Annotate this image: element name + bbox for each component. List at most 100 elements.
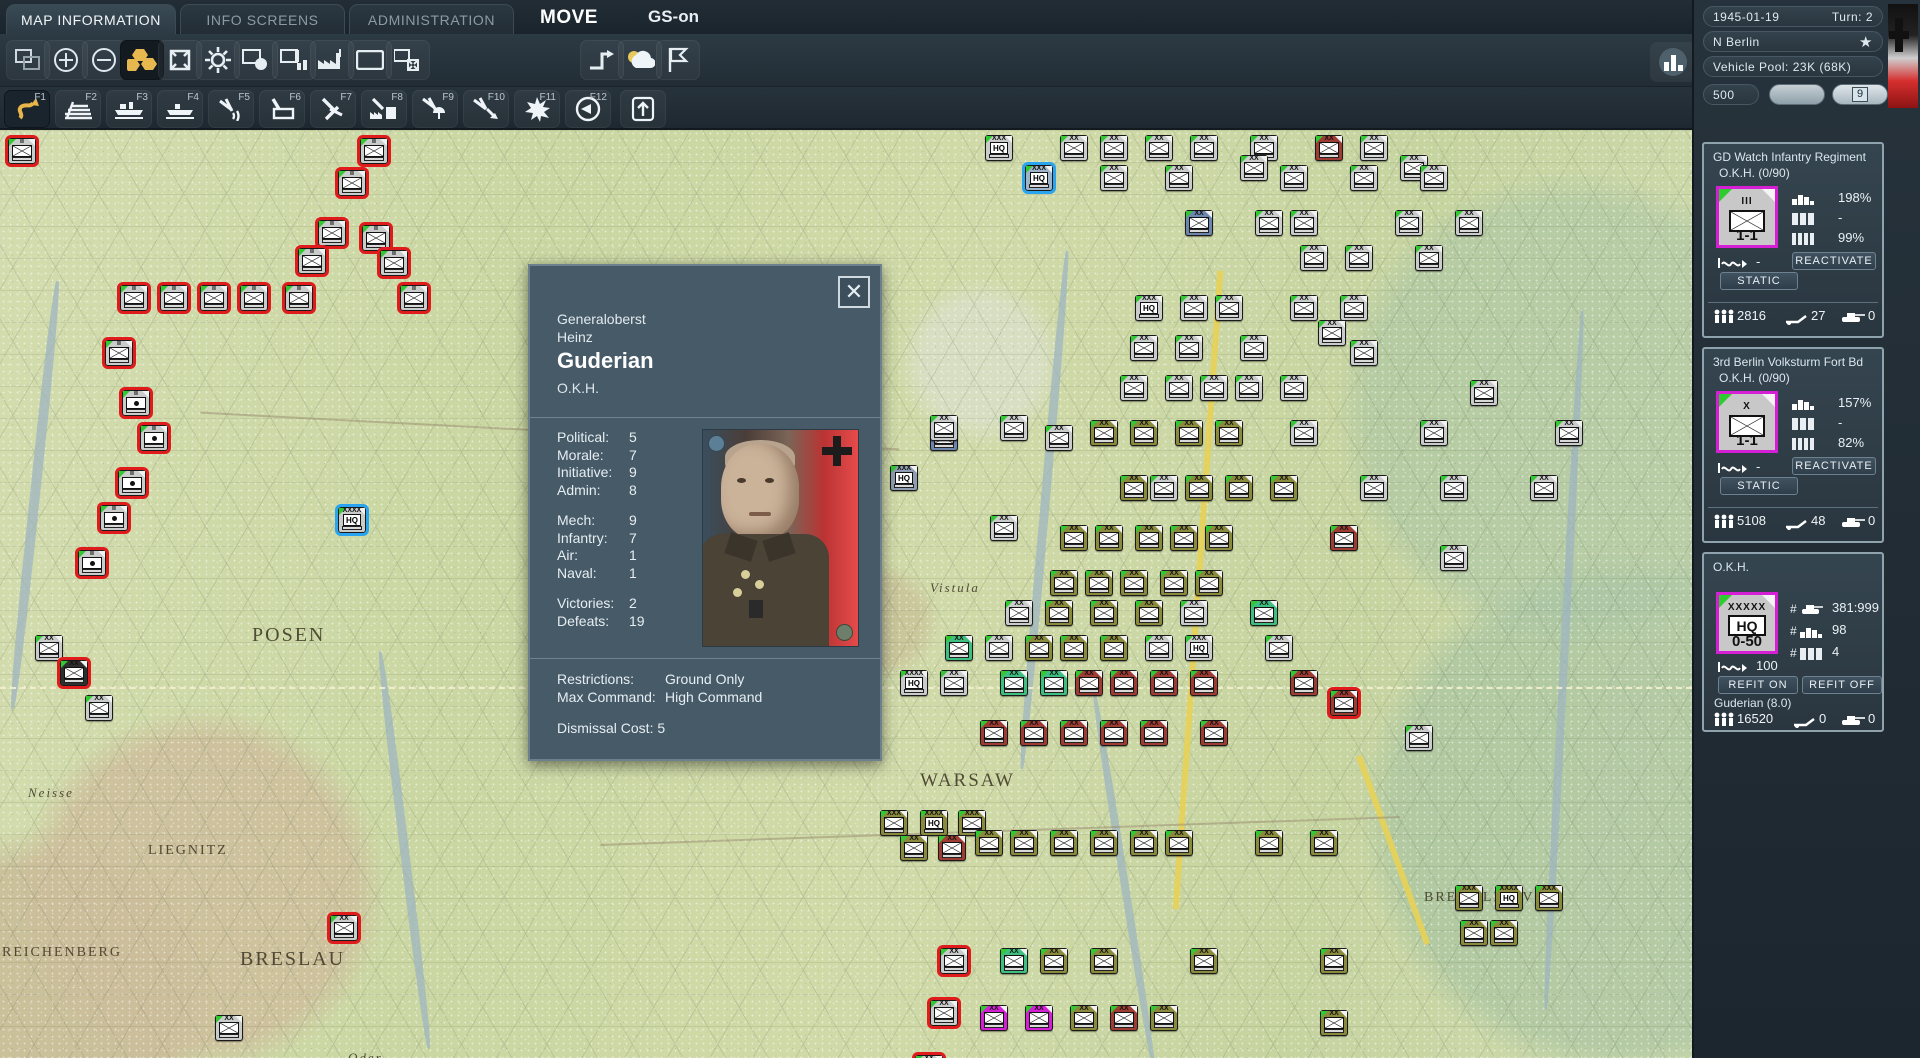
unit-counter[interactable]: XXXHQ bbox=[985, 135, 1013, 161]
paradrop-icon[interactable]: F9 bbox=[412, 90, 458, 128]
unit-counter[interactable]: II bbox=[240, 285, 268, 311]
unit-counter[interactable]: XX bbox=[1235, 375, 1263, 401]
unit-counter[interactable]: XX bbox=[1530, 475, 1558, 501]
unit-counter[interactable]: II bbox=[298, 248, 326, 274]
unit-counter[interactable]: XX bbox=[900, 835, 928, 861]
weather-indicator[interactable] bbox=[1769, 84, 1825, 105]
unit-counter[interactable]: II bbox=[362, 225, 390, 251]
unit-counter[interactable]: XX bbox=[1140, 720, 1168, 746]
strategic-bombing-icon[interactable]: F8 bbox=[361, 90, 407, 128]
unit-counter[interactable]: III 1-1 bbox=[1716, 186, 1778, 248]
unit-counter[interactable]: X 1-1 bbox=[1716, 391, 1778, 453]
commander-detail-dialog[interactable]: Generaloberst Heinz Guderian O.K.H. ✕ Po… bbox=[528, 264, 882, 761]
unit-counter[interactable]: XX bbox=[1165, 165, 1193, 191]
unit-counter[interactable]: XX bbox=[990, 515, 1018, 541]
unit-counter[interactable]: XX bbox=[35, 635, 63, 661]
refit-off-button[interactable]: REFIT OFF bbox=[1802, 676, 1882, 694]
unit-counter[interactable]: XX bbox=[1100, 135, 1128, 161]
unit-counter[interactable]: XX bbox=[930, 415, 958, 441]
unit-counter[interactable]: XX bbox=[1200, 375, 1228, 401]
unit-counter[interactable]: XX bbox=[1100, 720, 1128, 746]
unit-counter[interactable]: XX bbox=[1100, 165, 1128, 191]
unit-card[interactable]: GD Watch Infantry Regiment O.K.H. (0/90)… bbox=[1702, 142, 1884, 338]
unit-counter[interactable]: II bbox=[400, 285, 428, 311]
unit-counter[interactable]: XX bbox=[1350, 165, 1378, 191]
unit-counter[interactable]: XX bbox=[1000, 670, 1028, 696]
unit-counter[interactable]: XX bbox=[1490, 920, 1518, 946]
unit-counter[interactable]: II bbox=[120, 285, 148, 311]
unit-counter[interactable]: XX bbox=[1120, 570, 1148, 596]
unit-counter[interactable]: XX bbox=[1420, 165, 1448, 191]
unit-counter[interactable]: XX bbox=[1315, 135, 1343, 161]
air-recon-icon[interactable]: F5 bbox=[208, 90, 254, 128]
unit-counter[interactable]: XX bbox=[1175, 335, 1203, 361]
unit-counter[interactable]: XX bbox=[1420, 420, 1448, 446]
unit-counter[interactable]: XXXHQ bbox=[1135, 295, 1163, 321]
tab-info-screens[interactable]: INFO SCREENS bbox=[180, 4, 345, 34]
mode-indicator-move[interactable]: MOVE bbox=[540, 5, 650, 31]
unit-counter[interactable]: II bbox=[105, 340, 133, 366]
unit-counter[interactable]: XX bbox=[945, 635, 973, 661]
unit-counter[interactable]: XX bbox=[1195, 570, 1223, 596]
unit-counter[interactable]: XX bbox=[1165, 830, 1193, 856]
unit-counter[interactable]: XX bbox=[1000, 948, 1028, 974]
unit-counter[interactable]: XX bbox=[1110, 670, 1138, 696]
unit-counter[interactable]: XX bbox=[1005, 600, 1033, 626]
unit-counter[interactable]: XX bbox=[1060, 720, 1088, 746]
unit-counter[interactable]: XX bbox=[1040, 670, 1068, 696]
unit-counter[interactable]: XX bbox=[940, 948, 968, 974]
unit-counter[interactable]: II bbox=[8, 138, 36, 164]
unit-counter[interactable]: XXXHQ bbox=[890, 465, 918, 491]
unit-counter[interactable]: XX bbox=[1190, 135, 1218, 161]
unit-counter[interactable]: II bbox=[100, 505, 128, 531]
flag-marker-icon[interactable] bbox=[656, 40, 700, 80]
unit-counter[interactable]: XX bbox=[1280, 165, 1308, 191]
unit-counter[interactable]: XX bbox=[1060, 635, 1088, 661]
unit-counter[interactable]: XX bbox=[1340, 295, 1368, 321]
game-map[interactable]: POSEN BRESLAU LIEGNITZ REICHENBERG BREST… bbox=[0, 130, 1692, 1058]
naval-combat-icon[interactable]: F4 bbox=[157, 90, 203, 128]
unit-counter[interactable]: XX bbox=[1090, 830, 1118, 856]
end-turn-icon[interactable]: F12 bbox=[565, 90, 611, 128]
unit-counter[interactable]: XX bbox=[1135, 525, 1163, 551]
unit-counter[interactable]: XXXXHQ bbox=[1495, 885, 1523, 911]
unit-counter[interactable]: XX bbox=[1060, 135, 1088, 161]
unit-counter[interactable]: II bbox=[122, 390, 150, 416]
unit-counter[interactable]: XX bbox=[1090, 600, 1118, 626]
unit-counter[interactable]: XXXXHQ bbox=[900, 670, 928, 696]
unit-counter[interactable]: XX bbox=[1240, 155, 1268, 181]
unit-counter[interactable]: XX bbox=[1025, 635, 1053, 661]
unit-counter[interactable]: XX bbox=[1415, 245, 1443, 271]
unit-counter[interactable]: XX bbox=[1290, 210, 1318, 236]
unit-counter[interactable]: XX bbox=[1100, 635, 1128, 661]
unit-counter[interactable]: XX bbox=[1470, 380, 1498, 406]
unit-counter[interactable]: XX bbox=[1320, 948, 1348, 974]
unit-counter[interactable]: XX bbox=[1130, 830, 1158, 856]
unit-counter[interactable]: XX bbox=[980, 720, 1008, 746]
unit-counter[interactable]: XX bbox=[1460, 920, 1488, 946]
unit-counter[interactable]: XX bbox=[1215, 420, 1243, 446]
unit-counter[interactable]: XX bbox=[1050, 570, 1078, 596]
unit-counter[interactable]: II bbox=[78, 550, 106, 576]
unit-counter[interactable]: XX bbox=[1120, 375, 1148, 401]
unit-counter[interactable]: XX bbox=[215, 1015, 243, 1041]
unit-counter[interactable]: XXXHQ bbox=[1185, 635, 1213, 661]
production-chart-icon[interactable] bbox=[1650, 42, 1696, 82]
unit-counter[interactable]: XX bbox=[1250, 600, 1278, 626]
unit-counter[interactable]: XX bbox=[1455, 210, 1483, 236]
unit-counter[interactable]: XXXXHQ bbox=[338, 507, 366, 533]
unit-counter[interactable]: XX bbox=[1405, 725, 1433, 751]
unit-counter[interactable]: XX bbox=[1350, 340, 1378, 366]
unit-counter[interactable]: II bbox=[140, 425, 168, 451]
unit-counter[interactable]: XX bbox=[1440, 475, 1468, 501]
unit-counter[interactable]: XX bbox=[1255, 830, 1283, 856]
unit-counter[interactable]: XX bbox=[1135, 600, 1163, 626]
unit-counter[interactable]: XX bbox=[1090, 948, 1118, 974]
ground-attack-icon[interactable]: F10 bbox=[463, 90, 509, 128]
unit-counter[interactable]: XX bbox=[938, 835, 966, 861]
unit-counter[interactable]: XX bbox=[1150, 1005, 1178, 1031]
unit-counter[interactable]: XX bbox=[1200, 720, 1228, 746]
rail-transport-icon[interactable]: F2 bbox=[55, 90, 101, 128]
tab-map-information[interactable]: MAP INFORMATION bbox=[6, 4, 176, 34]
tab-administration[interactable]: ADMINISTRATION bbox=[349, 4, 514, 34]
